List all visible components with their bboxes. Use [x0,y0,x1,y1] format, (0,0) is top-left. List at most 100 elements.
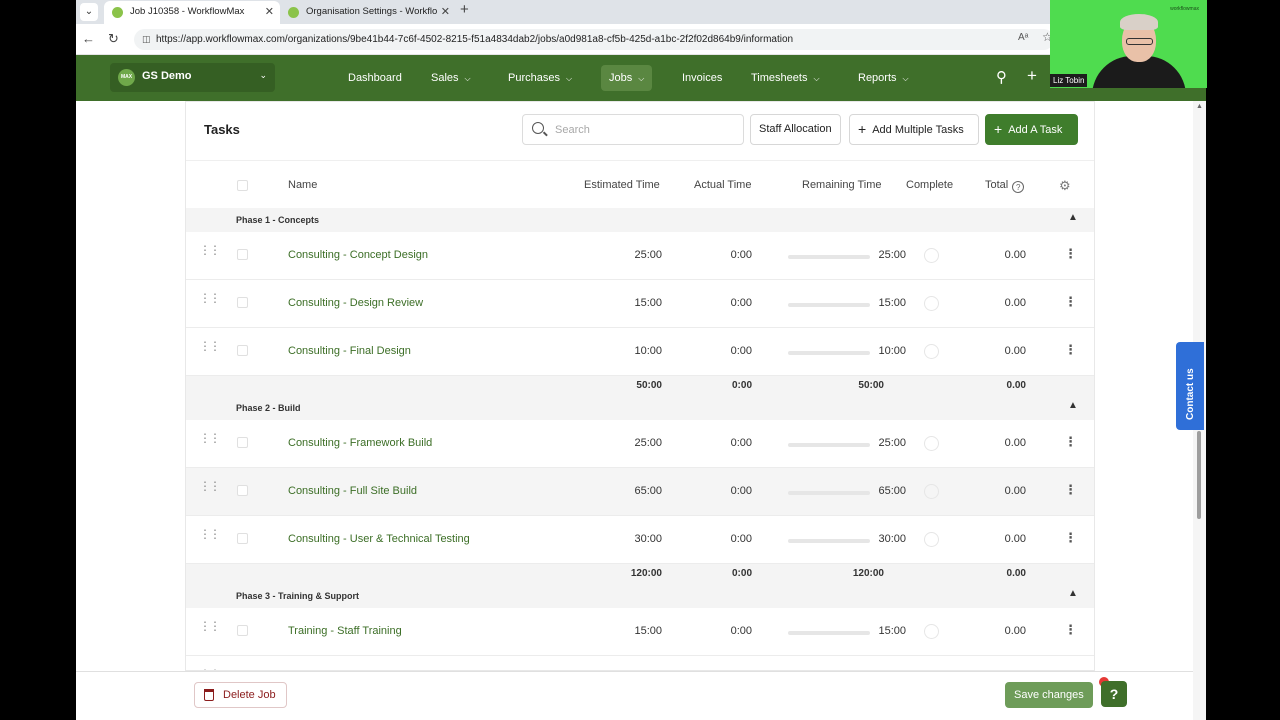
search-icon[interactable]: ⚲ [996,68,1007,86]
complete-toggle[interactable] [924,248,939,263]
create-plus-icon[interactable]: + [1027,66,1037,86]
row-checkbox[interactable] [237,485,248,496]
table-row[interactable]: ⋮⋮ Consulting - User & Technical Testing 3… [186,516,1094,564]
task-name-link[interactable]: Consulting - Design Review [288,297,423,309]
tab-list-chevron-icon[interactable]: ⌄ [80,3,98,21]
new-tab-plus-icon[interactable]: + [460,1,469,18]
nav-jobs[interactable]: Jobs ⌵ [601,65,653,91]
tab-strip: ⌄ Job J10358 - WorkflowMax ✕ Organisatio… [76,0,1206,24]
more-options-icon[interactable]: ⋮ [1064,482,1077,498]
row-checkbox[interactable] [237,249,248,260]
close-icon[interactable]: ✕ [265,1,274,23]
nav-timesheets[interactable]: Timesheets ⌵ [743,65,828,91]
save-changes-button[interactable]: Save changes [1005,682,1093,708]
nav-invoices[interactable]: Invoices [674,65,730,91]
complete-toggle[interactable] [924,624,939,639]
browser-tab-org-settings[interactable]: Organisation Settings - Workflow ✕ [280,1,456,24]
column-name[interactable]: Name [288,179,317,191]
site-info-icon[interactable]: ◫ [142,29,151,50]
webcam-overlay: workflowmax Liz Tobin [1050,0,1207,88]
delete-job-button[interactable]: Delete Job [194,682,287,708]
phase-header[interactable]: Phase 1 - Concepts ▲ [186,208,1094,232]
phase-header[interactable]: Phase 3 - Training & Support ▲ [186,584,1094,608]
row-checkbox[interactable] [237,345,248,356]
scroll-up-icon[interactable]: ▲ [1196,103,1203,110]
add-task-button[interactable]: + Add A Task [985,114,1078,145]
table-row[interactable]: ⋮⋮ Training - Staff Training 15:00 0:00 15:0… [186,608,1094,656]
browser-tab-job[interactable]: Job J10358 - WorkflowMax ✕ [104,1,280,24]
task-name-link[interactable]: Training - Staff Training [288,625,402,637]
more-options-icon[interactable]: ⋮ [1064,622,1077,638]
complete-toggle[interactable] [924,532,939,547]
drag-handle-icon[interactable]: ⋮⋮ [199,292,221,304]
org-switcher[interactable]: MAX GS Demo ⌄ [110,63,275,92]
contact-us-tab[interactable]: Contact us [1176,342,1204,430]
more-options-icon[interactable]: ⋮ [1064,342,1077,358]
complete-toggle[interactable] [924,436,939,451]
chevron-down-icon: ⌵ [902,74,909,83]
staff-allocation-button[interactable]: Staff Allocation [750,114,841,145]
row-checkbox[interactable] [237,625,248,636]
row-checkbox[interactable] [237,297,248,308]
more-options-icon[interactable]: ⋮ [1064,530,1077,546]
read-aloud-icon[interactable]: Aᵃ [1018,32,1028,43]
add-multiple-tasks-button[interactable]: + Add Multiple Tasks [849,114,979,145]
drag-handle-icon[interactable]: ⋮⋮ [199,480,221,492]
table-row[interactable]: ⋮⋮ Consulting - Full Site Build 65:00 0:00 6… [186,468,1094,516]
table-row[interactable]: ⋮⋮ Consulting - Framework Build 25:00 0:00 2… [186,420,1094,468]
task-name-link[interactable]: Consulting - Framework Build [288,437,432,449]
table-row[interactable]: ⋮⋮ Consulting - Design Review 15:00 0:00 15:… [186,280,1094,328]
task-name-link[interactable]: Consulting - Full Site Build [288,485,417,497]
remaining-time: 25:00 [878,437,906,449]
select-all-checkbox[interactable] [237,180,248,191]
complete-toggle[interactable] [924,484,939,499]
drag-handle-icon[interactable]: ⋮⋮ [199,528,221,540]
drag-handle-icon[interactable]: ⋮⋮ [199,620,221,632]
drag-handle-icon[interactable]: ⋮⋮ [199,432,221,444]
task-name-link[interactable]: Consulting - Final Design [288,345,411,357]
table-row[interactable]: ⋮⋮Training - Online Help Manuals15:000:0… [186,656,1094,670]
tasks-title: Tasks [204,122,240,137]
chevron-up-icon[interactable]: ▲ [1068,212,1078,223]
scrollbar-thumb[interactable] [1197,431,1201,519]
back-arrow-icon[interactable]: ← [82,31,95,46]
task-name-link[interactable]: Consulting - Concept Design [288,249,428,261]
column-remaining-time[interactable]: Remaining Time [802,179,881,191]
reload-icon[interactable]: ↻ [108,31,119,47]
task-total: 0.00 [1004,625,1026,637]
row-checkbox[interactable] [237,437,248,448]
url-field[interactable]: ◫ https://app.workflowmax.com/organizati… [134,29,1054,50]
button-label: Save changes [1014,689,1084,701]
help-circle-icon[interactable]: ? [1012,181,1025,193]
nav-sales[interactable]: Sales ⌵ [423,65,479,91]
table-row[interactable]: ⋮⋮ Consulting - Final Design 10:00 0:00 10:0… [186,328,1094,376]
more-options-icon[interactable]: ⋮ [1064,294,1077,310]
nav-label: Invoices [682,72,723,84]
more-options-icon[interactable]: ⋮ [1064,246,1077,262]
row-checkbox[interactable] [237,533,248,544]
close-icon[interactable]: ✕ [436,1,450,23]
nav-dashboard[interactable]: Dashboard [340,65,410,91]
column-complete[interactable]: Complete [906,179,953,191]
drag-handle-icon[interactable]: ⋮⋮ [199,340,221,352]
nav-purchases[interactable]: Purchases ⌵ [500,65,580,91]
phase-header[interactable]: Phase 2 - Build ▲ [186,396,1094,420]
help-button[interactable]: ? [1101,681,1127,707]
column-actual-time[interactable]: Actual Time [694,179,751,191]
nav-label: Dashboard [348,72,402,84]
column-estimated-time[interactable]: Estimated Time [584,179,660,191]
task-name-link[interactable]: Consulting - User & Technical Testing [288,533,470,545]
task-search[interactable] [522,114,744,145]
chevron-up-icon[interactable]: ▲ [1068,400,1078,411]
more-options-icon[interactable]: ⋮ [1064,434,1077,450]
remaining-time: 65:00 [878,485,906,497]
complete-toggle[interactable] [924,344,939,359]
drag-handle-icon[interactable]: ⋮⋮ [199,244,221,256]
search-input[interactable] [555,121,735,139]
subtotal-estimated: 50:00 [636,380,662,391]
gear-icon[interactable]: ⚙ [1059,178,1071,194]
nav-reports[interactable]: Reports ⌵ [850,65,917,91]
complete-toggle[interactable] [924,296,939,311]
chevron-up-icon[interactable]: ▲ [1068,588,1078,599]
table-row[interactable]: ⋮⋮ Consulting - Concept Design 25:00 0:00 25… [186,232,1094,280]
